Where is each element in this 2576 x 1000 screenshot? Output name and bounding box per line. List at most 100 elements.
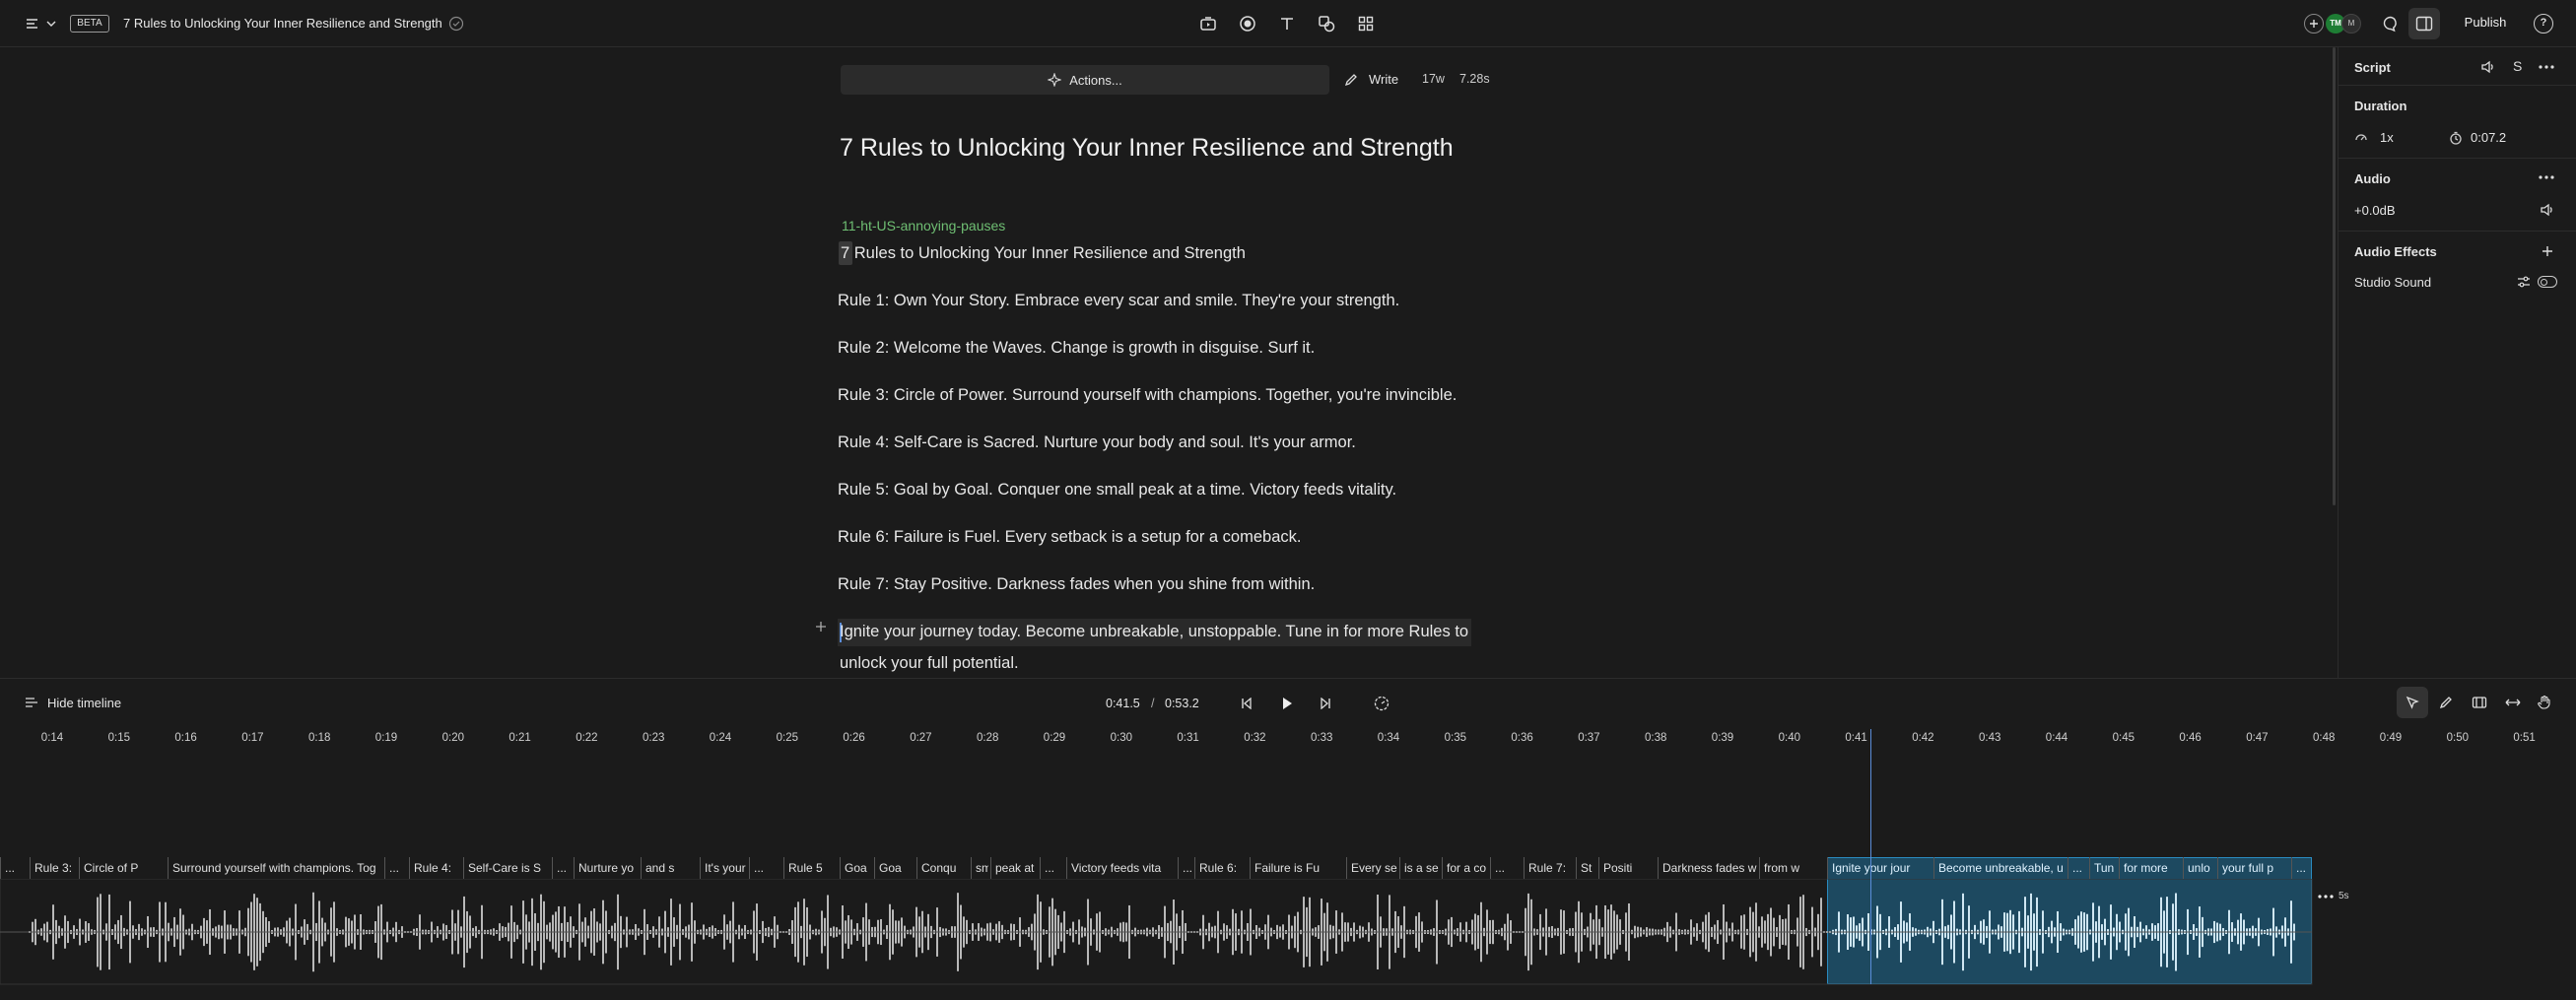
grid-icon[interactable]	[1350, 8, 1382, 39]
add-collaborator-icon[interactable]	[2304, 14, 2324, 33]
word-segment[interactable]: Ignite your jour	[1827, 857, 1932, 879]
actions-button[interactable]: Actions...	[841, 65, 1329, 95]
skip-back-icon[interactable]	[1238, 695, 1255, 712]
skip-forward-icon[interactable]	[1317, 695, 1334, 712]
script-line[interactable]: Rule 6: Failure is Fuel. Every setback i…	[838, 528, 1301, 547]
word-segment[interactable]: is a se	[1399, 857, 1440, 879]
word-segment[interactable]: Goa	[874, 857, 915, 879]
sidebar-toggle-icon[interactable]	[2408, 8, 2440, 39]
word-segment[interactable]: Surround yourself with champions. Tog	[168, 857, 382, 879]
word-segment[interactable]: Rule 5	[783, 857, 838, 879]
select-tool-icon[interactable]	[2397, 687, 2428, 718]
script-line[interactable]: Rule 4: Self-Care is Sacred. Nurture you…	[838, 433, 1356, 452]
studio-sound-toggle[interactable]	[2538, 276, 2557, 288]
ruler-tick-label: 0:44	[2045, 732, 2068, 744]
word-segment[interactable]: ...	[1490, 857, 1522, 879]
comments-icon[interactable]	[2375, 8, 2407, 39]
word-segment[interactable]: ...	[0, 857, 28, 879]
publish-button[interactable]: Publish	[2452, 15, 2519, 34]
shapes-icon[interactable]	[1311, 8, 1342, 39]
page-title[interactable]: 7 Rules to Unlocking Your Inner Resilien…	[840, 134, 1454, 163]
word-segment[interactable]: Rule 6:	[1194, 857, 1248, 879]
editor-scrollbar[interactable]	[2333, 47, 2336, 505]
word-segment[interactable]: and s	[641, 857, 698, 879]
word-segment[interactable]: peak at a	[990, 857, 1038, 879]
beta-badge: BETA	[70, 15, 109, 33]
volume-icon[interactable]	[2539, 202, 2556, 218]
trim-tool-icon[interactable]	[2464, 687, 2495, 718]
word-segment[interactable]: It's your	[700, 857, 747, 879]
word-segment[interactable]: ...	[384, 857, 407, 879]
word-segment[interactable]: Become unbreakable, u	[1933, 857, 2066, 879]
word-segment[interactable]: ...	[2068, 857, 2087, 879]
script-line[interactable]: Rule 3: Circle of Power. Surround yourse…	[838, 386, 1457, 405]
word-segment[interactable]: Victory feeds vita	[1066, 857, 1176, 879]
word-segment[interactable]: from w	[1759, 857, 1825, 879]
media-icon[interactable]	[1192, 8, 1224, 39]
audio-more-icon[interactable]	[2537, 169, 2556, 185]
script-line[interactable]: Ignite your journey today. Become unbrea…	[840, 623, 1468, 641]
speaker-icon[interactable]	[2478, 57, 2498, 77]
hide-timeline-icon[interactable]	[24, 695, 39, 710]
word-segment[interactable]: Tun	[2089, 857, 2117, 879]
word-segment[interactable]: ...	[749, 857, 781, 879]
word-segment[interactable]: ...	[2291, 857, 2310, 879]
playhead[interactable]	[1870, 729, 1871, 984]
actions-label: Actions...	[1069, 72, 1122, 88]
stretch-tool-icon[interactable]	[2497, 687, 2529, 718]
word-segment[interactable]: for more	[2119, 857, 2181, 879]
word-segment[interactable]: Failure is Fu	[1250, 857, 1344, 879]
word-segment[interactable]: Every se	[1346, 857, 1397, 879]
gain-value[interactable]: +0.0dB	[2354, 203, 2396, 218]
audio-waveform[interactable]	[0, 879, 2576, 985]
pencil-icon[interactable]	[1342, 71, 1360, 89]
script-line[interactable]: unlock your full potential.	[840, 654, 1019, 673]
add-effect-icon[interactable]	[2539, 242, 2556, 260]
word-segment[interactable]: Darkness fades w	[1658, 857, 1757, 879]
time-value[interactable]: 0:07.2	[2471, 130, 2506, 145]
word-segment[interactable]: Nurture yo	[574, 857, 639, 879]
word-segment[interactable]: Rule 4:	[409, 857, 461, 879]
script-line[interactable]: Rule 2: Welcome the Waves. Change is gro…	[838, 339, 1315, 358]
word-segment[interactable]: Conqu	[916, 857, 969, 879]
hide-timeline-button[interactable]: Hide timeline	[47, 696, 121, 710]
write-button[interactable]: Write	[1369, 72, 1398, 87]
word-segment[interactable]: Circle of P	[79, 857, 166, 879]
word-segment[interactable]: ...	[1040, 857, 1064, 879]
word-segment[interactable]: Goa	[840, 857, 872, 879]
word-segment[interactable]: unlo	[2183, 857, 2215, 879]
word-segment[interactable]: Positi	[1598, 857, 1656, 879]
chevron-down-icon[interactable]	[45, 16, 57, 32]
script-line[interactable]: Rule 7: Stay Positive. Darkness fades wh…	[838, 575, 1315, 594]
pen-tool-icon[interactable]	[2430, 687, 2462, 718]
word-segment[interactable]: ...	[1178, 857, 1192, 879]
play-icon[interactable]	[1277, 694, 1297, 713]
document-title[interactable]: 7 Rules to Unlocking Your Inner Resilien…	[123, 16, 442, 31]
word-segment[interactable]: Rule 7:	[1524, 857, 1574, 879]
speed-value[interactable]: 1x	[2380, 130, 2394, 145]
add-block-icon[interactable]	[813, 619, 829, 634]
speaker-label[interactable]: 11-ht-US-annoying-pauses	[842, 218, 1005, 233]
word-segment[interactable]: St	[1576, 857, 1596, 879]
avatar-secondary[interactable]: M	[2341, 14, 2361, 33]
clip-more-icon[interactable]	[2316, 890, 2336, 903]
help-button[interactable]: ?	[2534, 14, 2553, 33]
word-segment[interactable]: ...	[552, 857, 572, 879]
script-line[interactable]: Rule 1: Own Your Story. Embrace every sc…	[838, 292, 1399, 310]
word-segment[interactable]: for a co	[1442, 857, 1488, 879]
word-segment[interactable]: your full p	[2217, 857, 2289, 879]
script-line[interactable]: Rule 5: Goal by Goal. Conquer one small …	[838, 481, 1396, 500]
record-icon[interactable]	[1232, 8, 1263, 39]
word-segment[interactable]: Rule 3:	[30, 857, 77, 879]
hand-tool-icon[interactable]	[2529, 687, 2560, 718]
more-icon[interactable]	[2537, 57, 2556, 77]
text-icon[interactable]	[1271, 8, 1303, 39]
word-segment[interactable]: sm	[971, 857, 988, 879]
word-segment[interactable]: Self-Care is S	[463, 857, 550, 879]
script-heading-line[interactable]: 7 Rules to Unlocking Your Inner Resilien…	[841, 244, 1246, 263]
duration-heading: Duration	[2354, 98, 2407, 113]
sliders-icon[interactable]	[2516, 274, 2532, 290]
playback-speed-icon[interactable]	[1373, 695, 1390, 712]
script-s-button[interactable]: S	[2513, 58, 2522, 74]
ruler-tick-label: 0:25	[776, 732, 798, 744]
